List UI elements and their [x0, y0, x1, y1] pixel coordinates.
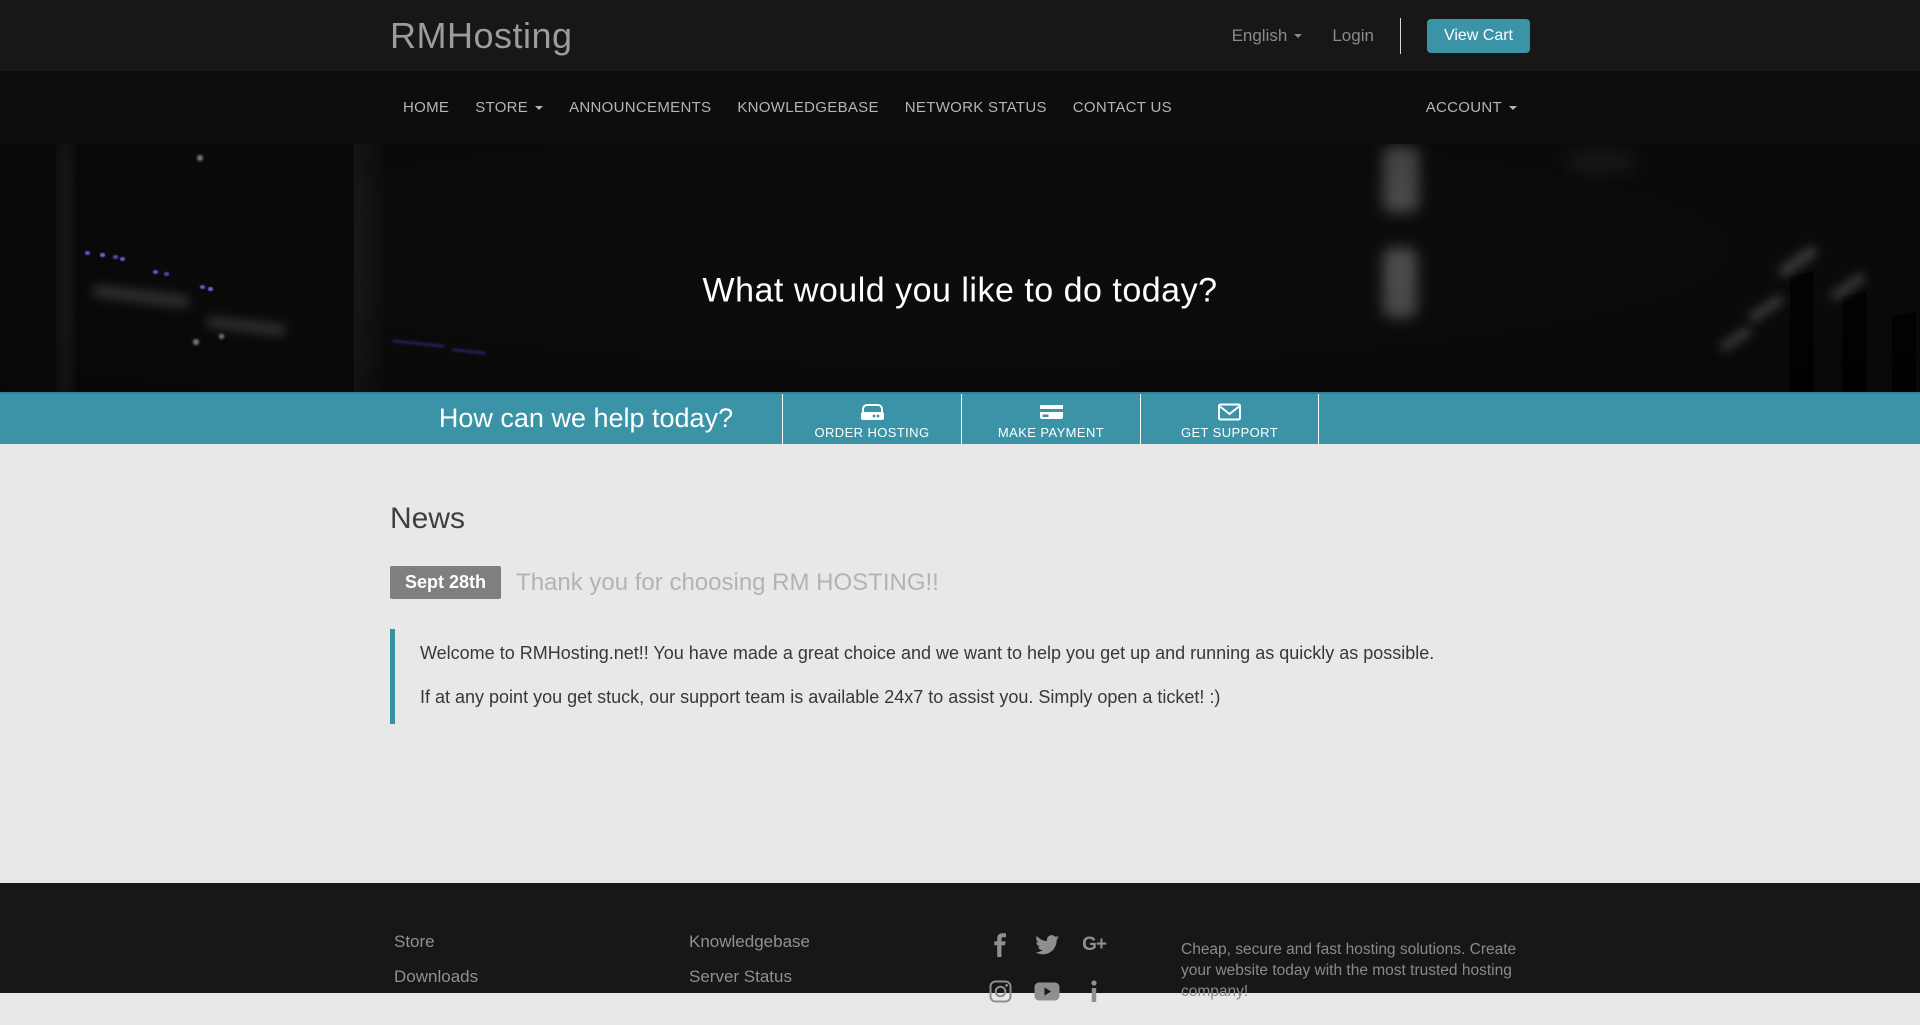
social-row — [987, 979, 1107, 1003]
youtube-icon[interactable] — [1034, 979, 1060, 1003]
top-header: RMHosting English Login View Cart — [0, 0, 1920, 71]
language-dropdown[interactable]: English — [1232, 26, 1303, 46]
brand-logo[interactable]: RMHosting — [390, 15, 573, 57]
nav-item-knowledgebase[interactable]: KNOWLEDGEBASE — [724, 99, 891, 116]
main-navigation: HOME STORE ANNOUNCEMENTS KNOWLEDGEBASE N… — [0, 71, 1920, 144]
login-label: Login — [1332, 26, 1374, 45]
page-footer: Store Downloads Knowledgebase Server Sta… — [0, 883, 1920, 993]
more-icon[interactable] — [1081, 979, 1107, 1003]
shortcuts-bar: How can we help today? ORDER HOSTING MAK… — [0, 392, 1920, 444]
chevron-down-icon — [1294, 34, 1302, 38]
news-item-header: Sept 28th Thank you for choosing RM HOST… — [390, 566, 1530, 599]
news-announcement-body: Welcome to RMHosting.net!! You have made… — [390, 629, 1500, 724]
social-row: G+ — [987, 933, 1107, 957]
chevron-down-icon — [535, 106, 543, 110]
main-content: News Sept 28th Thank you for choosing RM… — [0, 444, 1920, 883]
footer-link-store[interactable]: Store — [394, 933, 478, 951]
order-hosting-button[interactable]: ORDER HOSTING — [782, 394, 961, 444]
header-actions: English Login View Cart — [1232, 18, 1530, 54]
footer-link-knowledgebase[interactable]: Knowledgebase — [689, 933, 810, 951]
nav-item-contact-us[interactable]: CONTACT US — [1060, 99, 1185, 116]
announcement-paragraph: Welcome to RMHosting.net!! You have made… — [420, 639, 1500, 668]
hero-title: What would you like to do today? — [0, 271, 1920, 310]
announcement-paragraph: If at any point you get stuck, our suppo… — [420, 683, 1500, 712]
nav-item-network-status[interactable]: NETWORK STATUS — [892, 99, 1060, 116]
nav-item-store[interactable]: STORE — [462, 99, 556, 116]
nav-item-home[interactable]: HOME — [390, 99, 462, 116]
news-heading: News — [390, 502, 1530, 536]
server-icon — [859, 401, 886, 422]
header-divider — [1400, 18, 1401, 54]
nav-item-account[interactable]: ACCOUNT — [1413, 99, 1530, 116]
nav-item-announcements[interactable]: ANNOUNCEMENTS — [556, 99, 724, 116]
footer-link-server-status[interactable]: Server Status — [689, 968, 810, 986]
get-support-label: GET SUPPORT — [1181, 425, 1278, 440]
make-payment-label: MAKE PAYMENT — [998, 425, 1104, 440]
credit-card-icon — [1038, 401, 1065, 422]
news-item-title[interactable]: Thank you for choosing RM HOSTING!! — [516, 569, 939, 597]
footer-social-column: G+ — [987, 933, 1107, 1025]
hero-decoration — [0, 144, 1920, 392]
footer-link-downloads[interactable]: Downloads — [394, 968, 478, 986]
view-cart-button[interactable]: View Cart — [1427, 19, 1530, 53]
shortcuts-heading: How can we help today? — [390, 394, 782, 444]
hero-banner: What would you like to do today? — [0, 144, 1920, 392]
facebook-icon[interactable] — [987, 933, 1013, 957]
google-plus-icon[interactable]: G+ — [1081, 933, 1107, 957]
language-label: English — [1232, 26, 1288, 45]
get-support-button[interactable]: GET SUPPORT — [1140, 394, 1319, 444]
make-payment-button[interactable]: MAKE PAYMENT — [961, 394, 1140, 444]
login-link[interactable]: Login — [1332, 26, 1374, 46]
chevron-down-icon — [1509, 106, 1517, 110]
news-date-badge: Sept 28th — [390, 566, 501, 599]
envelope-icon — [1217, 401, 1242, 422]
order-hosting-label: ORDER HOSTING — [815, 425, 930, 440]
twitter-icon[interactable] — [1034, 933, 1060, 957]
instagram-icon[interactable] — [987, 979, 1013, 1003]
